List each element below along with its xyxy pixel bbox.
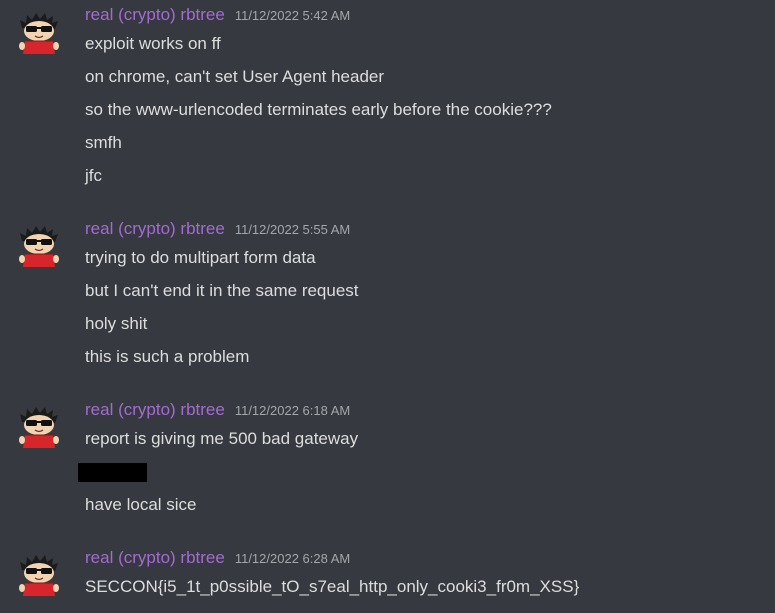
- timestamp[interactable]: 11/12/2022 5:42 AM: [235, 8, 350, 23]
- timestamp[interactable]: 11/12/2022 6:18 AM: [235, 403, 350, 418]
- user-avatar-icon[interactable]: [16, 552, 62, 598]
- message-text: this is such a problem: [85, 347, 250, 366]
- username[interactable]: real (crypto) rbtree: [85, 400, 225, 420]
- message-header: real (crypto) rbtree 11/12/2022 6:18 AM: [85, 400, 350, 422]
- message-text: so the www-urlencoded terminates early b…: [85, 100, 552, 119]
- timestamp[interactable]: 11/12/2022 5:55 AM: [235, 222, 350, 237]
- message-text: holy shit: [85, 314, 148, 333]
- username[interactable]: real (crypto) rbtree: [85, 219, 225, 239]
- message-text: smfh: [85, 133, 122, 152]
- message-header: real (crypto) rbtree 11/12/2022 5:42 AM: [85, 5, 350, 27]
- chat-message-list: real (crypto) rbtree 11/12/2022 5:42 AM …: [0, 0, 775, 613]
- message-text: jfc: [85, 166, 102, 185]
- user-avatar-icon[interactable]: [16, 404, 62, 450]
- username[interactable]: real (crypto) rbtree: [85, 5, 225, 25]
- message-text: exploit works on ff: [85, 34, 221, 53]
- message-text: report is giving me 500 bad gateway: [85, 429, 359, 448]
- user-avatar-icon[interactable]: [16, 10, 62, 56]
- message-text: have local sice: [85, 495, 197, 514]
- user-avatar-icon[interactable]: [16, 223, 62, 269]
- redacted-attachment: [78, 463, 147, 482]
- message-header: real (crypto) rbtree 11/12/2022 5:55 AM: [85, 219, 350, 241]
- message-text: SECCON{i5_1t_p0ssible_tO_s7eal_http_only…: [85, 577, 580, 596]
- message-text: on chrome, can't set User Agent header: [85, 67, 385, 86]
- timestamp[interactable]: 11/12/2022 6:28 AM: [235, 551, 350, 566]
- message-header: real (crypto) rbtree 11/12/2022 6:28 AM: [85, 548, 350, 570]
- username[interactable]: real (crypto) rbtree: [85, 548, 225, 568]
- message-text: trying to do multipart form data: [85, 248, 316, 267]
- message-text: but I can't end it in the same request: [85, 281, 359, 300]
